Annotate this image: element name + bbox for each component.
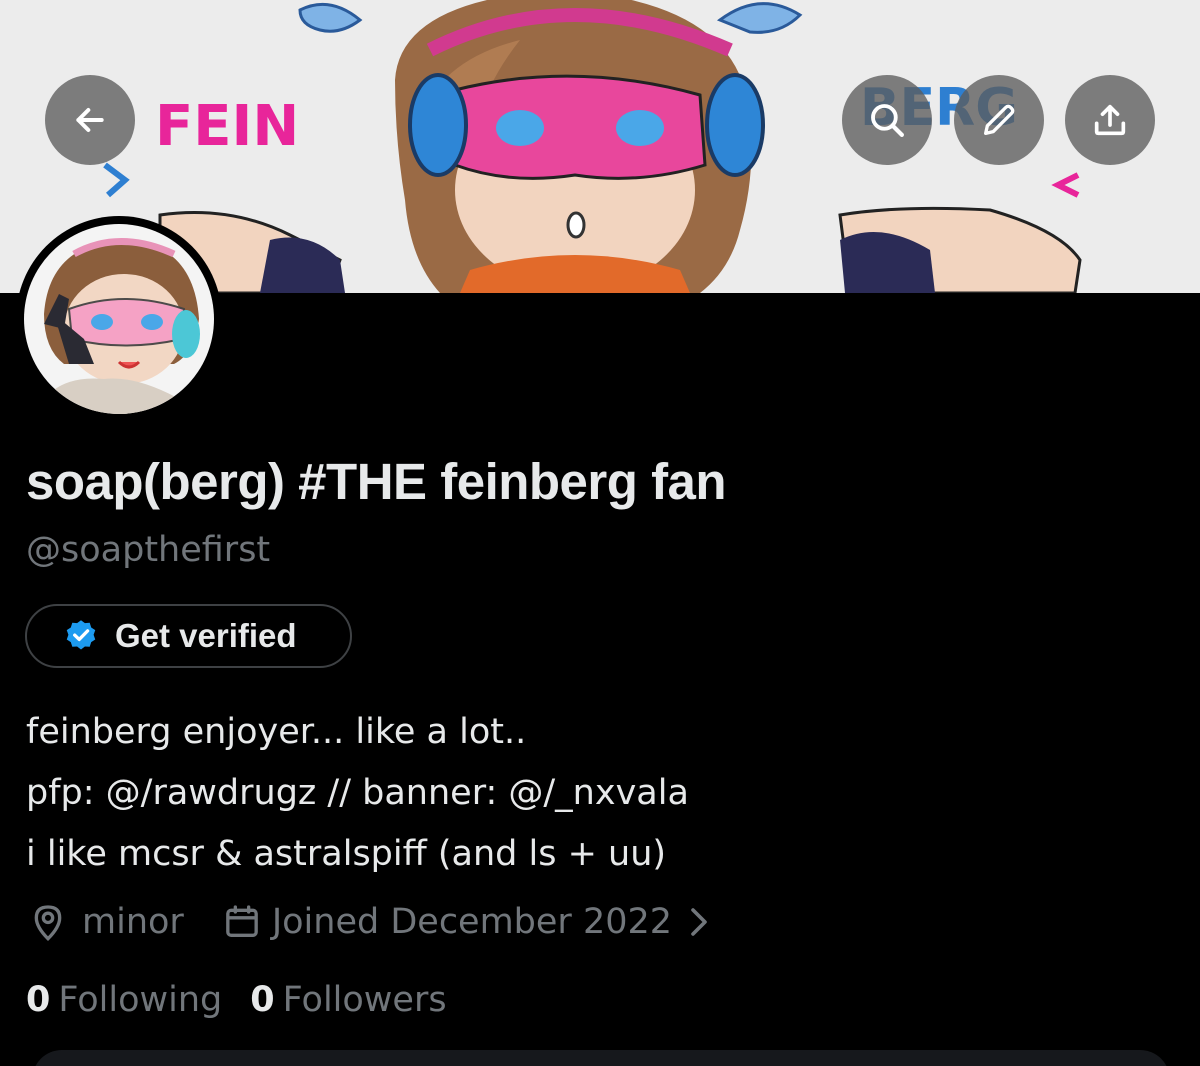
arrow-left-icon xyxy=(76,108,104,132)
calendar-icon xyxy=(225,905,258,937)
chevron-right-icon xyxy=(688,907,710,937)
profile-page: FEIN BERG soap(berg) #THE feinberg fan @… xyxy=(0,0,1200,1066)
pencil-icon xyxy=(984,104,1015,135)
following-count: 0 xyxy=(26,980,51,1020)
search-icon xyxy=(871,104,904,137)
followers-count: 0 xyxy=(250,980,275,1020)
joined-date[interactable]: Joined December 2022 xyxy=(222,902,710,942)
username-handle: @soapthefirst xyxy=(26,530,271,570)
avatar[interactable] xyxy=(16,216,222,422)
get-verified-button[interactable]: Get verified xyxy=(25,604,352,668)
followers-label: Followers xyxy=(282,980,447,1020)
verified-badge-icon xyxy=(63,618,99,654)
edit-button[interactable] xyxy=(954,75,1044,165)
location-text: minor xyxy=(82,902,184,942)
joined-text: Joined December 2022 xyxy=(271,902,673,942)
display-name: soap(berg) #THE feinberg fan xyxy=(26,453,727,510)
get-verified-label: Get verified xyxy=(115,617,297,654)
following-label: Following xyxy=(58,980,223,1020)
location: minor xyxy=(28,902,184,942)
profile-meta: minor Joined December 2022 xyxy=(28,896,710,948)
bio-line: i like mcsr & astralspiff (and ls + uu) xyxy=(26,834,667,874)
search-button[interactable] xyxy=(842,75,932,165)
following-link[interactable]: 0 Following xyxy=(26,980,222,1020)
profile-bio: feinberg enjoyer... like a lot.. pfp: @/… xyxy=(26,702,689,885)
bio-line: feinberg enjoyer... like a lot.. xyxy=(26,712,527,752)
bottom-bar[interactable] xyxy=(32,1050,1170,1066)
share-button[interactable] xyxy=(1065,75,1155,165)
bio-line: pfp: @/rawdrugz // banner: @/_nxvala xyxy=(26,773,689,813)
svg-text:FEIN: FEIN xyxy=(155,94,299,159)
followers-link[interactable]: 0 Followers xyxy=(250,980,446,1020)
location-pin-icon xyxy=(34,905,62,942)
avatar-image xyxy=(24,224,214,414)
follow-stats: 0 Following 0 Followers xyxy=(26,980,447,1020)
share-icon xyxy=(1094,104,1126,136)
back-button[interactable] xyxy=(45,75,135,165)
